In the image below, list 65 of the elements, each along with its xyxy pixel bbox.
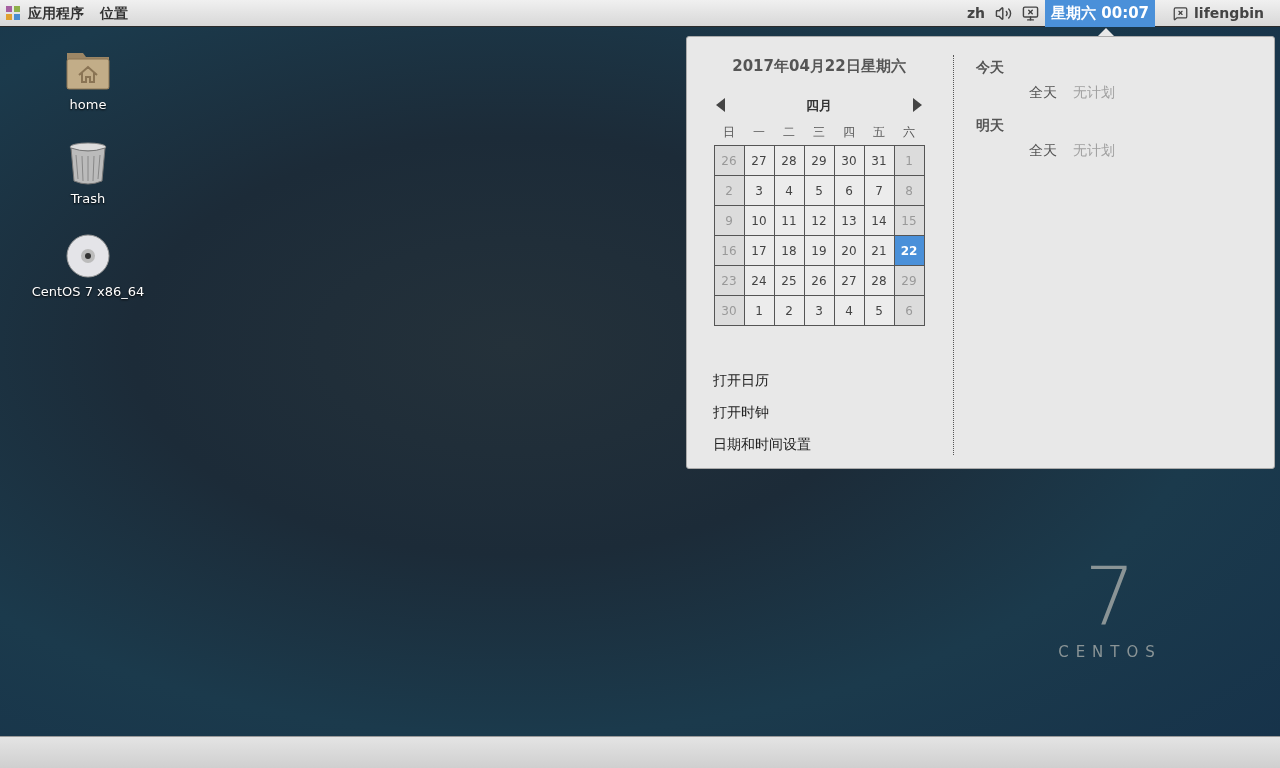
calendar-day[interactable]: 7 [864, 176, 895, 206]
volume-icon[interactable] [995, 4, 1013, 22]
popup-menu-item[interactable]: 打开日历 [713, 370, 925, 391]
calendar-day[interactable]: 29 [804, 146, 835, 176]
top-menu[interactable]: 应用程序 [24, 2, 88, 24]
disc-icon [66, 234, 110, 278]
network-icon[interactable] [1022, 4, 1040, 22]
calendar-day[interactable]: 5 [864, 296, 895, 326]
popup-menu-item[interactable]: 日期和时间设置 [713, 434, 925, 455]
calendar-day[interactable]: 4 [774, 176, 805, 206]
weekday-label: 六 [902, 124, 917, 141]
apps-logo-icon [6, 6, 20, 20]
calendar-day[interactable]: 3 [804, 296, 835, 326]
calendar-day[interactable]: 12 [804, 206, 835, 236]
language-indicator[interactable]: zh [966, 2, 986, 24]
popup-menu-item[interactable]: 打开时钟 [713, 402, 925, 423]
calendar-day[interactable]: 18 [774, 236, 805, 266]
month-label: 四月 [806, 96, 832, 115]
calendar-day[interactable]: 26 [804, 266, 835, 296]
calendar-day[interactable]: 17 [744, 236, 775, 266]
calendar-day[interactable]: 10 [744, 206, 775, 236]
event-time: 全天 [1029, 83, 1057, 102]
weekday-label: 三 [812, 124, 826, 141]
calendar-day[interactable]: 28 [774, 146, 805, 176]
desktop-icon-label[interactable]: Trash [70, 188, 106, 208]
calendar-day[interactable]: 21 [864, 236, 895, 266]
desktop-icon-label[interactable]: CentOS 7 x86_64 [31, 282, 145, 302]
version-logo: 7 [1084, 557, 1136, 637]
weekday-label: 一 [751, 124, 766, 141]
calendar-day[interactable]: 27 [834, 266, 865, 296]
event-time: 全天 [1029, 141, 1057, 160]
calendar-day[interactable]: 1 [744, 296, 775, 326]
top-menu[interactable]: 位置 [96, 2, 132, 24]
calendar-day[interactable]: 24 [744, 266, 775, 296]
chat-status-icon[interactable] [1173, 5, 1189, 21]
weekday-label: 四 [842, 124, 857, 141]
calendar-day[interactable]: 2 [774, 296, 805, 326]
previous-month-icon[interactable] [716, 98, 725, 113]
brand-logo: CENTOS [1058, 642, 1162, 663]
weekday-label: 五 [872, 124, 887, 141]
calendar-day[interactable]: 13 [834, 206, 865, 236]
next-month-icon[interactable] [913, 98, 922, 113]
trash-icon [68, 140, 108, 185]
calendar-day[interactable]: 27 [744, 146, 775, 176]
desktop-icon-label[interactable]: home [69, 95, 107, 115]
calendar-day[interactable]: 25 [774, 266, 805, 296]
calendar-day[interactable]: 14 [864, 206, 895, 236]
user-menu[interactable]: lifengbin [1194, 2, 1264, 24]
calendar-day[interactable]: 5 [804, 176, 835, 206]
calendar-day[interactable]: 28 [864, 266, 895, 296]
weekday-label: 二 [781, 124, 796, 141]
calendar-day[interactable]: 11 [774, 206, 805, 236]
calendar-day[interactable]: 4 [834, 296, 865, 326]
calendar-day[interactable]: 30 [834, 146, 865, 176]
date-heading: 2017年04月22日星期六 [732, 56, 906, 77]
calendar-day[interactable]: 19 [804, 236, 835, 266]
calendar-day[interactable]: 31 [864, 146, 895, 176]
event-day-heading: 明天 [976, 116, 1005, 135]
weekday-label: 日 [721, 124, 736, 141]
calendar-day[interactable]: 3 [744, 176, 775, 206]
event-day-heading: 今天 [976, 58, 1005, 77]
calendar-day[interactable]: 6 [834, 176, 865, 206]
event-text: 无计划 [1073, 141, 1115, 160]
event-text: 无计划 [1073, 83, 1115, 102]
calendar-day[interactable]: 20 [834, 236, 865, 266]
